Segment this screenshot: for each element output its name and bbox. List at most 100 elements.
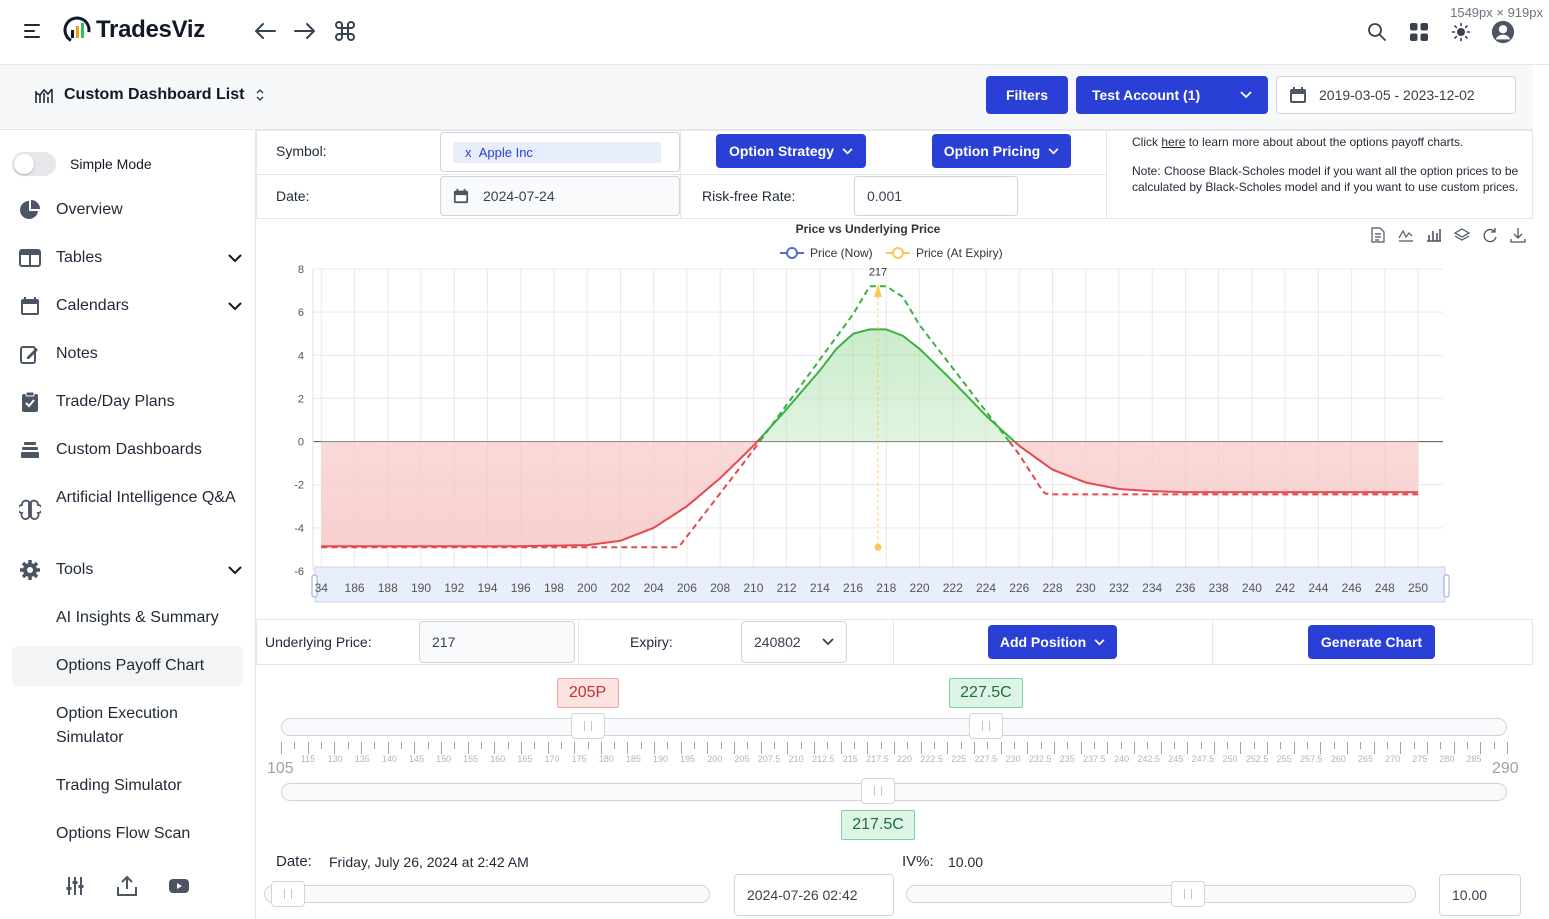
sidebar-subitem-ai-insights[interactable]: AI Insights & Summary [56,606,219,630]
slider-tick [1333,742,1335,749]
slider-tick [1133,742,1135,754]
risk-free-rate-value: 0.001 [867,188,903,204]
info-note: Click here to learn more about about the… [1120,130,1533,199]
menu-icon[interactable] [24,24,40,40]
brain-icon [18,498,42,522]
risk-free-rate-input[interactable]: 0.001 [854,176,1018,216]
forward-arrow-icon[interactable] [292,18,318,44]
options-payoff-panel: Symbol: x Apple Inc Date: 2024-07-24 Opt… [256,130,1533,919]
sidebar-item-ai-qa[interactable]: Artificial Intelligence Q&A [18,486,244,522]
date-range-picker[interactable]: 2019-03-05 - 2023-12-02 [1276,76,1516,114]
command-icon[interactable] [332,18,358,44]
slider-tick [494,742,496,754]
date-input[interactable]: 2024-07-24 [440,176,680,216]
iv-slider-handle[interactable] [1171,881,1206,907]
slider-tick [1240,742,1242,754]
slider-tick-label: 170 [544,754,560,764]
zoom-handle-right [1443,574,1450,598]
sidebar-subitem-options-flow-scan[interactable]: Options Flow Scan [56,822,190,846]
symbol-chip[interactable]: x Apple Inc [453,141,661,163]
slider-tick-label: 255 [1276,754,1292,764]
theme-sun-icon[interactable] [1449,18,1473,46]
slider-tick-label: 250 [1222,754,1238,764]
sidebar-item-tables[interactable]: Tables [18,246,244,270]
slider-tick [1147,742,1149,749]
slider-tick-label: 230 [1005,754,1021,764]
slider-tick-label: 235 [1059,754,1075,764]
slider-tick [1187,742,1189,754]
filters-button[interactable]: Filters [986,76,1068,114]
sidebar-subitem-options-payoff-chart[interactable]: Options Payoff Chart [56,654,204,678]
underlying-position-chip[interactable]: 217.5C [841,810,916,840]
slider-tick [933,742,935,749]
learn-more-link[interactable]: here [1161,135,1185,149]
iv-input[interactable]: 10.00 [1439,874,1521,916]
youtube-icon[interactable] [168,875,190,900]
sidebar-subitem-trading-simulator[interactable]: Trading Simulator [56,774,182,798]
apps-grid-icon[interactable] [1407,18,1431,46]
slider-tick [1453,742,1455,754]
date-slider-track[interactable] [264,885,710,903]
stack-icon[interactable] [1453,226,1471,244]
slider-tick-label: 275 [1412,754,1428,764]
slider-tick [1013,742,1015,749]
slider-tick [480,742,482,749]
date-slider-handle[interactable] [271,881,305,907]
sidebar-item-overview[interactable]: Overview [18,198,244,222]
strike-slider-track[interactable] [281,718,1507,736]
put-position-chip[interactable]: 205P [556,678,619,708]
toggle-switch[interactable] [12,152,56,176]
underlying-slider-handle[interactable] [861,778,896,804]
sidebar-item-trade-day-plans[interactable]: Trade/Day Plans [18,390,244,414]
chevron-down-icon[interactable] [228,558,244,582]
iv-slider-track[interactable] [906,885,1416,903]
logo[interactable]: TradesViz [62,15,205,45]
search-icon[interactable] [1365,18,1389,46]
download-icon[interactable] [1509,226,1527,244]
option-pricing-button[interactable]: Option Pricing [932,134,1071,168]
option-strategy-button[interactable]: Option Strategy [716,134,866,168]
x-tick-label: 186 [345,581,365,595]
sidebar-item-calendars[interactable]: Calendars [18,294,244,318]
slider-tick [1067,742,1069,749]
sidebar-item-notes[interactable]: Notes [18,342,244,366]
underlying-price-input[interactable]: 217 [419,621,575,663]
generate-chart-button[interactable]: Generate Chart [1308,625,1435,659]
back-arrow-icon[interactable] [252,18,278,44]
slider-tick [1293,742,1295,754]
sliders-icon[interactable] [64,875,86,900]
user-avatar-icon[interactable] [1491,18,1515,46]
slider-tick [1400,742,1402,754]
dashboard-list-selector[interactable]: Custom Dashboard List [34,85,266,105]
call-slider-handle[interactable] [968,713,1003,739]
put-slider-handle[interactable] [570,713,605,739]
slider-min-label: 105 [267,760,294,777]
remove-symbol-icon[interactable]: x [465,145,472,160]
x-tick-label: 248 [1375,581,1395,595]
expiry-select[interactable]: 240802 [741,621,847,663]
sidebar-item-custom-dashboards[interactable]: Custom Dashboards [18,438,244,462]
data-view-icon[interactable] [1369,226,1387,244]
line-chart-icon[interactable] [1397,226,1415,244]
share-upload-icon[interactable] [116,875,138,900]
datetime-input[interactable]: 2024-07-26 02:42 [734,874,894,916]
simple-mode-label: Simple Mode [70,156,152,172]
x-tick-label: 216 [843,581,863,595]
sidebar-subitem-option-execution-simulator[interactable]: Option Execution Simulator [56,702,226,750]
chevron-down-icon[interactable] [228,294,244,318]
simple-mode-toggle[interactable]: Simple Mode [12,152,152,176]
x-tick-label: 192 [444,581,464,595]
sidebar-item-tools[interactable]: Tools [18,558,244,582]
refresh-icon[interactable] [1481,226,1499,244]
chevron-down-icon[interactable] [228,246,244,270]
account-selector-button[interactable]: Test Account (1) [1076,76,1268,114]
x-tick-label: 228 [1042,581,1062,595]
add-position-button[interactable]: Add Position [988,625,1117,659]
slider-tick [800,742,802,749]
call-position-chip[interactable]: 227.5C [948,678,1023,708]
slider-tick-label: 215 [842,754,858,764]
symbol-select[interactable]: x Apple Inc [440,132,680,172]
x-tick-label: 188 [378,581,398,595]
slider-tick [1320,742,1322,754]
bar-chart-icon[interactable] [1425,226,1443,244]
